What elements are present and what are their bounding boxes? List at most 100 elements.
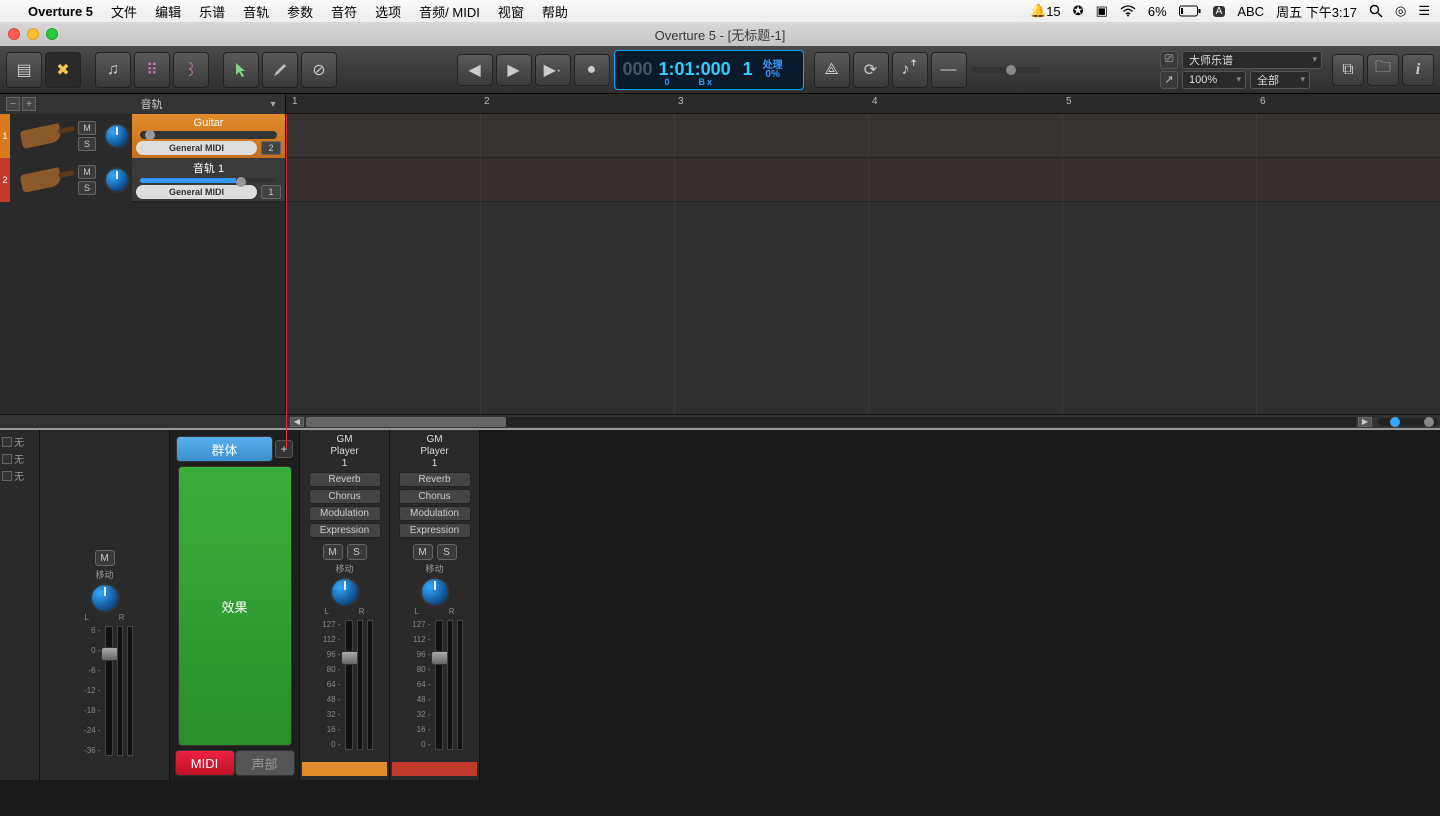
close-window-icon[interactable] (8, 28, 20, 40)
siri-icon[interactable]: ◎ (1395, 3, 1406, 19)
menu-options[interactable]: 选项 (375, 2, 401, 21)
expand-tracks-button[interactable]: + (22, 97, 36, 111)
play-button[interactable]: ▶ (496, 54, 532, 86)
midi-channel[interactable]: 1 (261, 185, 281, 199)
midi-tab-button[interactable]: MIDI (175, 750, 235, 776)
master-mute-button[interactable]: M (95, 550, 115, 566)
channel-fader[interactable] (435, 620, 443, 750)
input-method-label[interactable]: ABC (1237, 4, 1264, 19)
mixer-option[interactable]: 无 (2, 434, 37, 449)
fx-slot[interactable]: Expression (399, 523, 471, 538)
solo-button[interactable]: S (78, 181, 96, 195)
play-from-button[interactable]: ▶· (535, 54, 571, 86)
menu-file[interactable]: 文件 (111, 2, 137, 21)
add-group-button[interactable]: + (275, 440, 293, 458)
volume-slider[interactable] (140, 178, 277, 183)
menu-score[interactable]: 乐谱 (199, 2, 225, 21)
erase-tool-icon[interactable]: ⊘ (301, 52, 337, 88)
scroll-thumb[interactable] (306, 417, 506, 427)
pan-knob[interactable] (102, 158, 132, 202)
track-row[interactable]: 2 M S 音轨 1 General MIDI 1 (0, 158, 285, 202)
midi-device-label[interactable]: General MIDI (136, 185, 257, 199)
fx-slot[interactable]: Modulation (399, 506, 471, 521)
wifi-icon[interactable] (1120, 5, 1136, 17)
bell-icon[interactable]: 🔔15 (1030, 3, 1061, 19)
channel-fader[interactable] (345, 620, 353, 750)
mixer-option[interactable]: 无 (2, 468, 37, 483)
effects-button[interactable]: 效果 (178, 466, 292, 746)
scroll-right-button[interactable]: ▶ (1358, 417, 1372, 427)
master-pan-knob[interactable] (90, 583, 120, 613)
pan-knob[interactable] (102, 114, 132, 158)
pointer-tool-icon[interactable] (223, 52, 259, 88)
pan-knob[interactable] (330, 577, 360, 607)
minimize-window-icon[interactable] (27, 28, 39, 40)
collapse-tracks-button[interactable]: − (6, 97, 20, 111)
loop-icon[interactable]: ⟳ (853, 52, 889, 88)
timeline-ruler[interactable]: 1 2 3 4 5 6 (286, 94, 1440, 113)
scope-dropdown[interactable]: 全部 (1250, 71, 1310, 89)
display-mirror-icon[interactable]: ▣ (1096, 3, 1108, 19)
solo-button[interactable]: S (347, 544, 367, 560)
compass-icon[interactable]: ✪ (1073, 3, 1084, 19)
pan-knob[interactable] (420, 577, 450, 607)
controllers-icon[interactable]: ꒱ (173, 52, 209, 88)
menu-note[interactable]: 音符 (331, 2, 357, 21)
menu-track[interactable]: 音轨 (243, 2, 269, 21)
voice-tab-button[interactable]: 声部 (235, 750, 295, 776)
master-fader[interactable] (105, 626, 113, 756)
pencil-tool-icon[interactable] (262, 52, 298, 88)
rewind-button[interactable]: ◀ (457, 54, 493, 86)
scroll-track[interactable] (306, 417, 1356, 427)
transport-lcd[interactable]: 000 1:01:000 1 处理 0% 0 Bx (614, 50, 804, 90)
piano-roll-icon[interactable]: ⠿ (134, 52, 170, 88)
fx-slot[interactable]: Chorus (309, 489, 381, 504)
mute-button[interactable]: M (413, 544, 433, 560)
fx-slot[interactable]: Reverb (399, 472, 471, 487)
battery-readout[interactable]: 6% (1148, 4, 1167, 19)
hzoom-slider[interactable] (1378, 418, 1438, 426)
midi-device-label[interactable]: General MIDI (136, 141, 257, 155)
track-header-menu-icon[interactable]: ▾ (267, 97, 279, 111)
instrument-icon[interactable] (10, 158, 72, 202)
menu-audio-midi[interactable]: 音频/ MIDI (419, 2, 480, 21)
staff-tool-icon[interactable]: ⎯⎯ (931, 52, 967, 88)
datetime[interactable]: 周五 下午3:17 (1276, 2, 1357, 21)
panels-icon[interactable]: ▤ (6, 52, 42, 88)
tempo-slider[interactable] (971, 67, 1041, 73)
track-lane[interactable] (286, 114, 1440, 158)
library-icon[interactable]: 🗀 (1367, 54, 1399, 86)
notification-center-icon[interactable]: ☰ (1418, 3, 1430, 19)
record-button[interactable]: ● (574, 54, 610, 86)
solo-button[interactable]: S (437, 544, 457, 560)
copy-icon[interactable]: ⧉ (1332, 54, 1364, 86)
track-row[interactable]: 1 M S Guitar General MIDI 2 (0, 114, 285, 158)
menu-app[interactable]: Overture 5 (28, 4, 93, 19)
menu-window[interactable]: 视窗 (498, 2, 524, 21)
menu-edit[interactable]: 编辑 (155, 2, 181, 21)
volume-slider[interactable] (140, 131, 277, 139)
quantize-icon[interactable]: ♪ꜛ (892, 52, 928, 88)
mixer-option[interactable]: 无 (2, 451, 37, 466)
mute-button[interactable]: M (323, 544, 343, 560)
fx-slot[interactable]: Modulation (309, 506, 381, 521)
track-lane[interactable] (286, 158, 1440, 202)
fx-slot[interactable]: Chorus (399, 489, 471, 504)
zoom-target-icon[interactable]: ↗ (1160, 71, 1178, 89)
maximize-window-icon[interactable] (46, 28, 58, 40)
menu-params[interactable]: 参数 (287, 2, 313, 21)
view-preset-dropdown[interactable]: 大师乐谱 (1182, 51, 1322, 69)
info-icon[interactable]: i (1402, 54, 1434, 86)
layout-icon[interactable]: ⎚ (1160, 51, 1178, 69)
fx-slot[interactable]: Reverb (309, 472, 381, 487)
fx-slot[interactable]: Expression (309, 523, 381, 538)
instrument-icon[interactable] (10, 114, 72, 158)
zoom-dropdown[interactable]: 100% (1182, 71, 1246, 89)
track-canvas[interactable] (286, 114, 1440, 414)
midi-channel[interactable]: 2 (261, 141, 281, 155)
solo-button[interactable]: S (78, 137, 96, 151)
mixer-view-icon[interactable]: ✖ (45, 52, 81, 88)
score-view-icon[interactable]: ♫ (95, 52, 131, 88)
metronome-icon[interactable]: ⟁ (814, 52, 850, 88)
scroll-left-button[interactable]: ◀ (290, 417, 304, 427)
